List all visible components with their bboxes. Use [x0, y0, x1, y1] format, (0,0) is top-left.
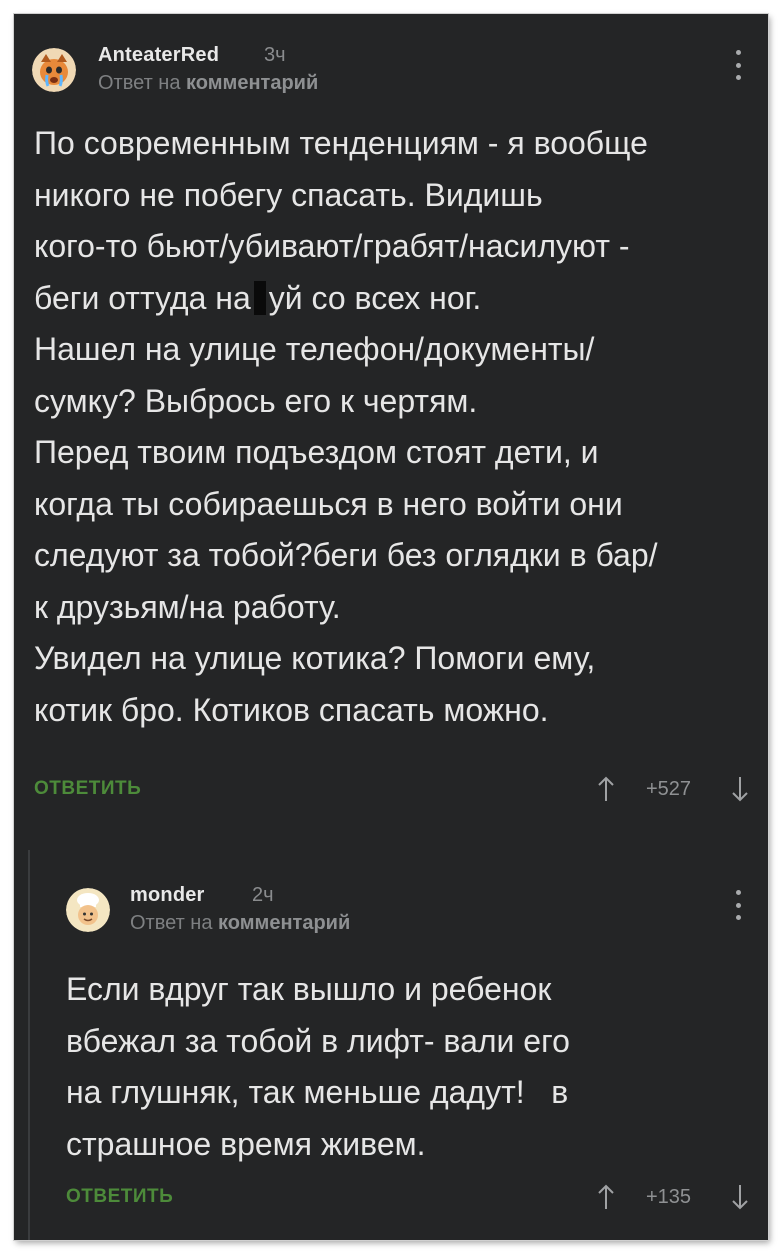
reply-to-prefix: Ответ на — [98, 72, 181, 94]
comment-rating: +135 — [646, 1186, 692, 1208]
comment-username[interactable]: AnteaterRed — [98, 44, 219, 67]
user-avatar[interactable] — [66, 888, 110, 932]
reply-to-info: Ответ на комментарий — [98, 72, 318, 95]
comment-rating: +527 — [646, 778, 692, 800]
reply-to-link[interactable]: комментарий — [218, 912, 350, 934]
comment-thread: AnteaterRed 3ч Ответ на комментарий По с… — [14, 14, 768, 1240]
kebab-menu-icon[interactable] — [734, 50, 742, 80]
comment-username[interactable]: monder — [130, 884, 205, 907]
reply-to-info: Ответ на комментарий — [130, 912, 350, 935]
reply-button[interactable]: ОТВЕТИТЬ — [34, 778, 141, 800]
kebab-menu-icon[interactable] — [734, 890, 742, 920]
comment-body: По современным тенденциям - я вообще ник… — [34, 118, 658, 736]
arrow-down-icon[interactable] — [732, 776, 748, 802]
comment-body-part2: уй со всех ног. Нашел на улице телефон/д… — [34, 279, 658, 728]
user-avatar[interactable] — [32, 48, 76, 92]
comment-time: 3ч — [264, 44, 286, 66]
reply-button[interactable]: ОТВЕТИТЬ — [66, 1186, 173, 1208]
censor-block — [253, 280, 266, 315]
comment-anteaterred: AnteaterRed 3ч Ответ на комментарий По с… — [14, 14, 768, 834]
arrow-up-icon[interactable] — [598, 776, 614, 802]
arrow-up-icon[interactable] — [598, 1184, 614, 1210]
comment-monder: monder 2ч Ответ на комментарий Если вдру… — [14, 854, 768, 1240]
comment-time: 2ч — [252, 884, 274, 906]
reply-to-prefix: Ответ на — [130, 912, 213, 934]
comment-body: Если вдруг так вышло и ребенок вбежал за… — [66, 971, 570, 1162]
arrow-down-icon[interactable] — [732, 1184, 748, 1210]
avatar-chef-icon — [66, 888, 110, 932]
reply-to-link[interactable]: комментарий — [186, 72, 318, 94]
avatar-crying-icon — [32, 48, 76, 92]
